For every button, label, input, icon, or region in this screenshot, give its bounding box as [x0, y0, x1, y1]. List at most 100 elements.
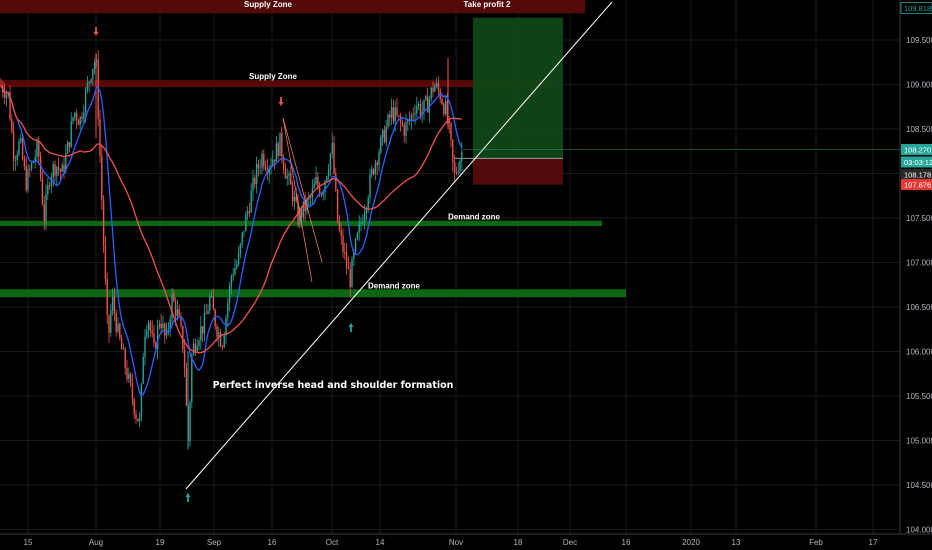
candle-down [257, 163, 260, 169]
candle-up [93, 62, 96, 69]
candle-up [147, 322, 150, 331]
price-chart[interactable]: Supply Zone Supply Zone Demand zone Demand … [0, 0, 932, 550]
candle-up [167, 328, 170, 330]
time-tick-label: 16 [268, 538, 277, 547]
candle-up [90, 79, 92, 82]
candle-up [293, 196, 296, 202]
candle-down [340, 230, 342, 236]
candle-up [405, 121, 407, 136]
candle-down [99, 119, 101, 156]
candle-down [38, 140, 40, 157]
candle-down [281, 132, 283, 158]
candle-up [56, 166, 58, 176]
candle-down [137, 418, 139, 422]
candle-down [216, 326, 218, 337]
candle-up [196, 345, 198, 352]
time-tick-label: Dec [563, 538, 577, 547]
candle-down [376, 162, 378, 165]
candle-down [254, 177, 256, 185]
stop-loss-box [473, 158, 563, 185]
candle-up [158, 323, 161, 326]
candle-up [380, 137, 382, 153]
candle-down [263, 153, 265, 167]
candle-down [23, 158, 26, 167]
candle-down [174, 301, 177, 316]
candle-up [261, 153, 263, 168]
candle-up [111, 296, 114, 311]
candle-up [5, 93, 8, 98]
candle-up [358, 223, 360, 233]
candle-down [396, 107, 398, 116]
candle-up [16, 154, 18, 161]
candle-up [331, 142, 333, 154]
candle-down [320, 194, 323, 196]
candle-up [86, 82, 89, 91]
candle-up [435, 83, 438, 86]
candle-down [372, 169, 375, 174]
candle-down [43, 204, 45, 222]
candle-up [288, 173, 290, 176]
demand-zone-3 [0, 289, 626, 298]
take-profit-label: Take profit 2 [464, 0, 512, 9]
candle-up [315, 176, 317, 185]
candle-up [363, 213, 366, 223]
candle-up [378, 152, 380, 165]
candle-up [367, 197, 369, 209]
candle-up [385, 126, 387, 143]
zone-label: Supply Zone [244, 0, 293, 9]
candle-up [27, 168, 29, 191]
candle-down [333, 142, 335, 174]
candle-up [72, 117, 74, 122]
candle-up [259, 167, 261, 169]
candle-up [122, 348, 125, 350]
candle-down [106, 279, 108, 316]
candle-down [160, 323, 162, 328]
zone-label: Demand zone [448, 213, 501, 222]
candle-up [218, 332, 220, 337]
candle-down [108, 315, 110, 333]
candle-up [84, 90, 87, 113]
candle-up [246, 210, 249, 215]
candle-up [169, 318, 171, 329]
price-tick-label: 104.500 [906, 481, 932, 490]
candle-up [423, 99, 425, 112]
candle-down [131, 383, 134, 400]
candle-down [398, 115, 400, 117]
candle-up [416, 105, 418, 114]
candle-up [414, 113, 416, 115]
candle-up [18, 141, 20, 155]
candle-down [338, 221, 341, 231]
candle-up [225, 317, 227, 336]
candle-down [12, 131, 15, 161]
candle-down [104, 245, 107, 280]
candle-down [389, 114, 391, 118]
candle-up [371, 169, 373, 175]
time-tick-label: Feb [809, 538, 823, 547]
candle-up [430, 87, 432, 99]
candle-up [243, 231, 245, 233]
candle-down [185, 368, 188, 406]
candle-up [239, 243, 242, 254]
candle-up [176, 309, 179, 316]
candle-down [21, 138, 24, 159]
price-tick-label: 107.500 [906, 214, 932, 223]
candle-up [461, 151, 463, 161]
candle-up [45, 194, 47, 222]
candle-up [360, 223, 362, 224]
time-tick-label: 15 [24, 538, 33, 547]
price-tag-label: 107.876 [904, 181, 931, 190]
candle-up [279, 132, 281, 156]
price-tick-label: 108.500 [906, 125, 932, 134]
candle-up [79, 116, 81, 125]
time-tick-label: 2020 [682, 538, 700, 547]
candle-down [383, 129, 386, 143]
candle-up [327, 169, 330, 177]
candle-down [59, 169, 62, 172]
candle-down [135, 413, 137, 419]
candle-down [455, 172, 458, 174]
candle-up [232, 274, 234, 277]
candle-down [284, 168, 287, 179]
candle-down [248, 210, 251, 213]
candle-up [117, 324, 119, 332]
candle-down [221, 346, 224, 348]
